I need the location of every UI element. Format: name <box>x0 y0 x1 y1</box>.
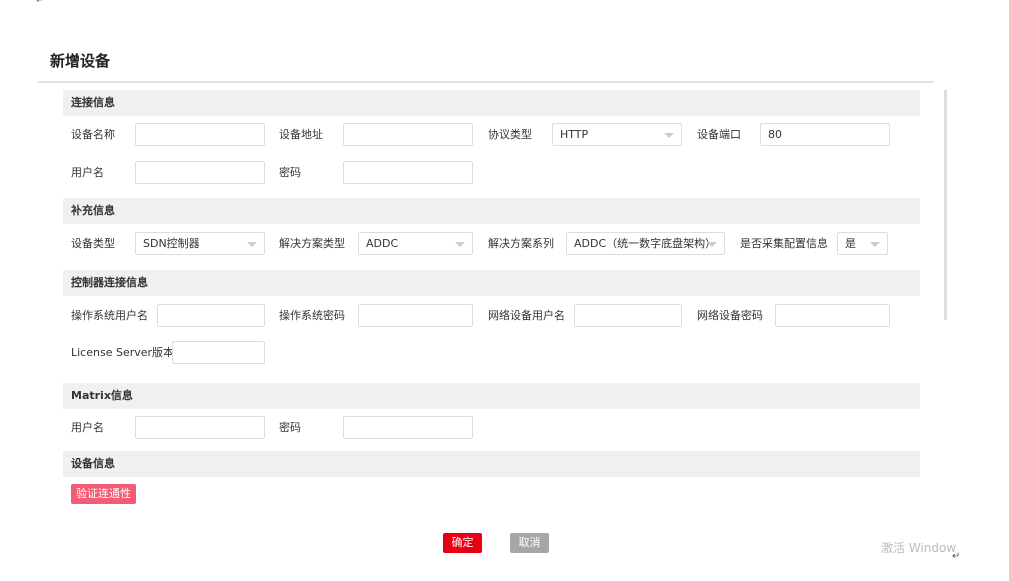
license-label: License Server版本 <box>71 346 175 359</box>
os-password-input[interactable] <box>358 304 473 327</box>
solution-type-label: 解决方案类型 <box>279 237 345 250</box>
confirm-button[interactable]: 确定 <box>443 533 482 553</box>
device-name-input[interactable] <box>135 123 265 146</box>
matrix-username-label: 用户名 <box>71 421 104 434</box>
device-name-label: 设备名称 <box>71 128 115 141</box>
scrollbar[interactable] <box>944 90 947 320</box>
os-password-label: 操作系统密码 <box>279 309 345 322</box>
section-extra: 补充信息 <box>63 198 920 224</box>
net-password-input[interactable] <box>775 304 890 327</box>
cancel-button[interactable]: 取消 <box>510 533 549 553</box>
solution-series-label: 解决方案系列 <box>488 237 554 250</box>
section-controller: 控制器连接信息 <box>63 270 920 296</box>
net-password-label: 网络设备密码 <box>697 309 763 322</box>
device-address-input[interactable] <box>343 123 473 146</box>
device-address-label: 设备地址 <box>279 128 323 141</box>
os-username-input[interactable] <box>157 304 265 327</box>
collect-config-select[interactable]: 是 <box>837 232 888 255</box>
divider <box>38 81 934 83</box>
verify-connectivity-button[interactable]: 验证连通性 <box>71 484 136 504</box>
port-label: 设备端口 <box>697 128 741 141</box>
password-input[interactable] <box>343 161 473 184</box>
return-mark: ↵ <box>36 0 45 6</box>
protocol-label: 协议类型 <box>488 128 532 141</box>
password-label: 密码 <box>279 166 301 179</box>
license-input[interactable] <box>172 341 265 364</box>
protocol-select[interactable]: HTTP <box>552 123 682 146</box>
section-matrix: Matrix信息 <box>63 383 920 409</box>
port-input[interactable]: 80 <box>760 123 890 146</box>
matrix-username-input[interactable] <box>135 416 265 439</box>
matrix-password-input[interactable] <box>343 416 473 439</box>
solution-type-select[interactable]: ADDC <box>358 232 473 255</box>
device-type-label: 设备类型 <box>71 237 115 250</box>
solution-series-select[interactable]: ADDC（统一数字底盘架构） <box>566 232 725 255</box>
device-type-select[interactable]: SDN控制器 <box>135 232 265 255</box>
activation-watermark: 激活 Window <box>881 541 957 555</box>
username-input[interactable] <box>135 161 265 184</box>
section-connection: 连接信息 <box>63 90 920 116</box>
page-title: 新增设备 <box>50 52 111 70</box>
return-mark: ↵ <box>952 551 961 562</box>
matrix-password-label: 密码 <box>279 421 301 434</box>
net-username-input[interactable] <box>574 304 682 327</box>
os-username-label: 操作系统用户名 <box>71 309 148 322</box>
username-label: 用户名 <box>71 166 104 179</box>
section-device: 设备信息 <box>63 451 920 477</box>
net-username-label: 网络设备用户名 <box>488 309 565 322</box>
collect-config-label: 是否采集配置信息 <box>740 237 828 250</box>
